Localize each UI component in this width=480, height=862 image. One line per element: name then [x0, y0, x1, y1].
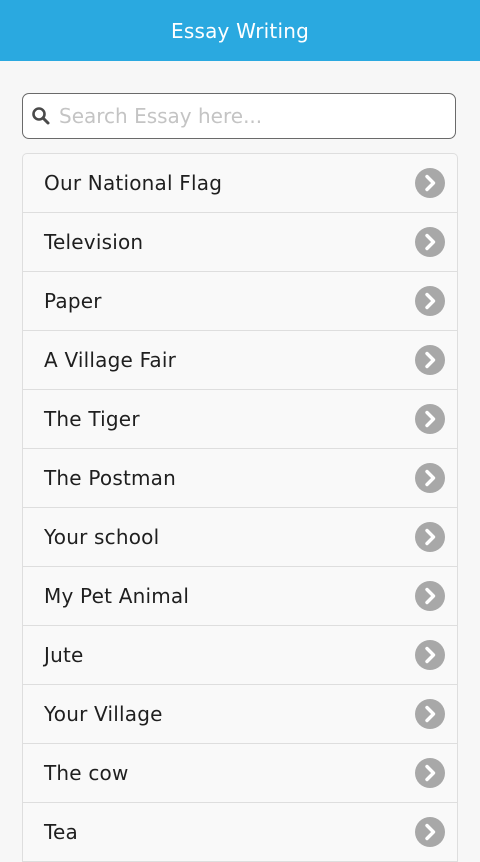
search-input[interactable]	[59, 96, 439, 136]
essay-list: Our National Flag Television Paper A Vil…	[22, 153, 458, 862]
chevron-right-icon	[415, 817, 445, 847]
list-item-label: My Pet Animal	[44, 584, 190, 608]
list-item-label: The cow	[44, 761, 129, 785]
list-item-label: The Postman	[44, 466, 177, 490]
list-item-label: Your school	[44, 525, 160, 549]
list-item[interactable]: A Village Fair	[23, 331, 457, 390]
list-item[interactable]: The Tiger	[23, 390, 457, 449]
chevron-right-icon	[415, 345, 445, 375]
chevron-right-icon	[415, 404, 445, 434]
list-item-label: Our National Flag	[44, 171, 223, 195]
list-item[interactable]: Jute	[23, 626, 457, 685]
list-item[interactable]: Our National Flag	[23, 154, 457, 213]
chevron-right-icon	[415, 227, 445, 257]
list-item[interactable]: Your Village	[23, 685, 457, 744]
list-item-label: A Village Fair	[44, 348, 177, 372]
list-item[interactable]: Paper	[23, 272, 457, 331]
search-box[interactable]	[22, 93, 456, 139]
list-item-label: Paper	[44, 289, 102, 313]
app-title: Essay Writing	[171, 18, 309, 43]
list-item-label: Television	[44, 230, 144, 254]
list-item[interactable]: Tea	[23, 803, 457, 862]
chevron-right-icon	[415, 640, 445, 670]
chevron-right-icon	[415, 168, 445, 198]
chevron-right-icon	[415, 758, 445, 788]
chevron-right-icon	[415, 463, 445, 493]
chevron-right-icon	[415, 286, 445, 316]
list-item-label: Tea	[44, 820, 78, 844]
list-item[interactable]: Your school	[23, 508, 457, 567]
chevron-right-icon	[415, 699, 445, 729]
list-item[interactable]: Television	[23, 213, 457, 272]
app-header: Essay Writing	[0, 0, 480, 61]
list-item-label: The Tiger	[44, 407, 140, 431]
list-item[interactable]: The cow	[23, 744, 457, 803]
list-item-label: Jute	[44, 643, 84, 667]
list-item[interactable]: The Postman	[23, 449, 457, 508]
chevron-right-icon	[415, 522, 445, 552]
search-icon	[23, 94, 59, 138]
chevron-right-icon	[415, 581, 445, 611]
list-item[interactable]: My Pet Animal	[23, 567, 457, 626]
list-item-label: Your Village	[44, 702, 163, 726]
